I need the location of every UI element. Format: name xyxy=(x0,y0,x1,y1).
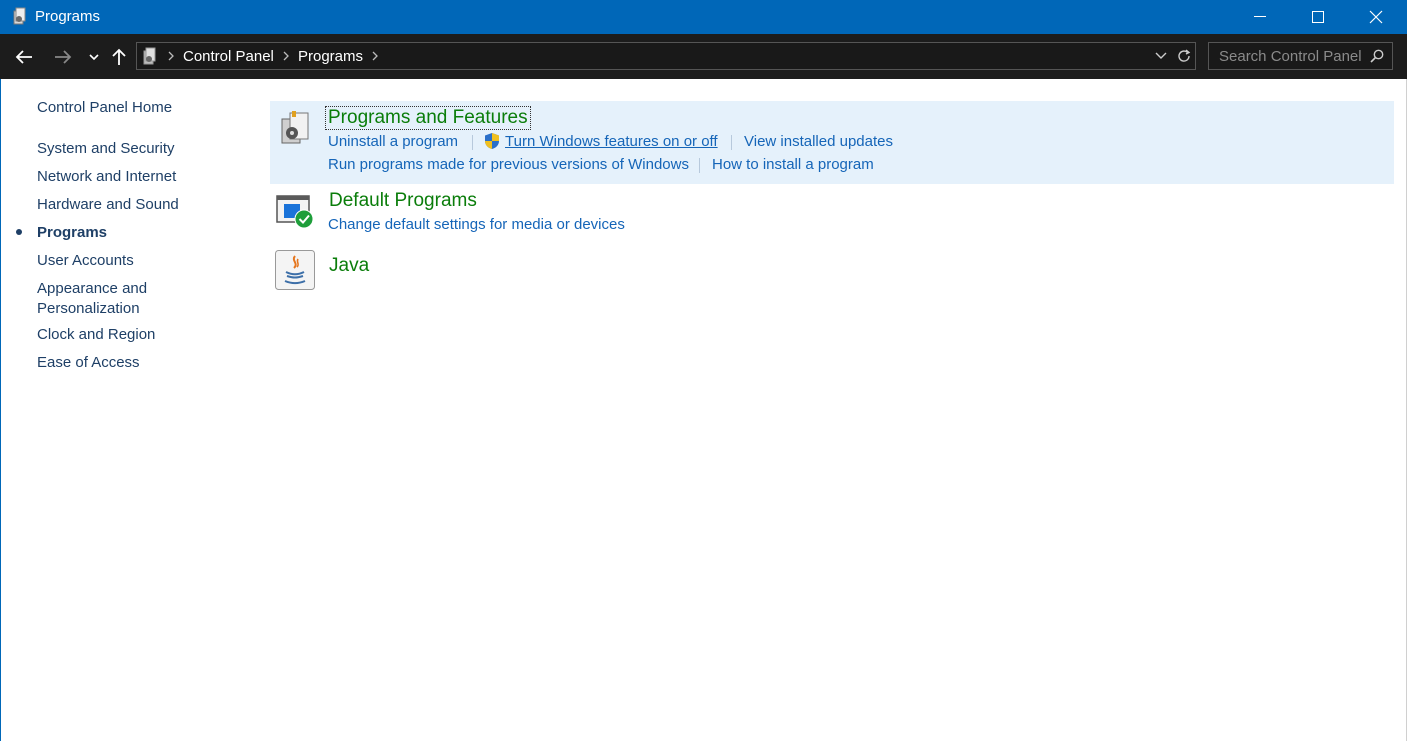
title-bar: Programs xyxy=(0,0,1407,34)
sidebar-item-user-accounts[interactable]: User Accounts xyxy=(37,251,134,271)
search-placeholder: Search Control Panel xyxy=(1219,48,1362,65)
link-separator xyxy=(731,135,732,150)
refresh-icon[interactable] xyxy=(1176,48,1192,64)
view-installed-updates-link[interactable]: View installed updates xyxy=(744,133,893,150)
sidebar-item-programs[interactable]: Programs xyxy=(37,223,107,243)
sidebar-item-hardware-sound[interactable]: Hardware and Sound xyxy=(37,195,179,215)
maximize-icon xyxy=(1312,11,1324,23)
arrow-right-icon xyxy=(55,50,72,64)
run-previous-versions-link[interactable]: Run programs made for previous versions … xyxy=(328,156,689,173)
minimize-icon xyxy=(1254,16,1266,17)
java-title[interactable]: Java xyxy=(329,255,369,277)
chevron-down-icon[interactable] xyxy=(1155,52,1167,60)
chevron-right-icon[interactable] xyxy=(370,49,380,63)
turn-windows-features-link[interactable]: Turn Windows features on or off xyxy=(505,133,718,150)
java-section: Java xyxy=(270,246,1394,296)
uac-shield-icon xyxy=(485,133,499,149)
up-button[interactable] xyxy=(108,46,130,68)
uninstall-program-link[interactable]: Uninstall a program xyxy=(328,133,458,150)
link-separator xyxy=(472,135,473,150)
maximize-button[interactable] xyxy=(1289,0,1347,34)
left-navigation: Control Panel Home System and Security N… xyxy=(0,79,260,741)
sidebar-item-network-internet[interactable]: Network and Internet xyxy=(37,167,176,187)
forward-button[interactable] xyxy=(52,46,74,68)
default-programs-section: Default Programs Change default settings… xyxy=(270,186,1394,244)
default-programs-icon[interactable] xyxy=(276,194,314,230)
control-panel-icon xyxy=(143,47,156,65)
programs-features-title[interactable]: Programs and Features xyxy=(325,106,531,130)
search-icon[interactable] xyxy=(1370,49,1384,63)
chevron-right-icon[interactable] xyxy=(281,49,291,63)
programs-features-section: Programs and Features Uninstall a progra… xyxy=(270,101,1394,184)
sidebar-item-clock-region[interactable]: Clock and Region xyxy=(37,325,155,345)
address-box[interactable]: Control Panel Programs xyxy=(136,42,1196,70)
breadcrumb-control-panel[interactable]: Control Panel xyxy=(183,48,274,65)
search-box[interactable]: Search Control Panel xyxy=(1208,42,1393,70)
default-programs-title[interactable]: Default Programs xyxy=(329,190,477,212)
control-panel-icon xyxy=(13,7,26,25)
chevron-down-icon xyxy=(89,54,99,61)
window-title: Programs xyxy=(35,8,101,25)
sidebar-item-system-security[interactable]: System and Security xyxy=(37,139,175,159)
java-icon[interactable] xyxy=(275,250,315,290)
arrow-left-icon xyxy=(15,50,32,64)
address-toolbar: Control Panel Programs Search Control Pa… xyxy=(0,34,1407,79)
recent-locations-button[interactable] xyxy=(83,46,105,68)
breadcrumb-programs[interactable]: Programs xyxy=(298,48,363,65)
close-icon xyxy=(1369,10,1383,24)
sidebar-item-ease-of-access[interactable]: Ease of Access xyxy=(37,353,140,373)
link-separator xyxy=(699,158,700,173)
close-button[interactable] xyxy=(1347,0,1405,34)
back-button[interactable] xyxy=(13,46,35,68)
minimize-button[interactable] xyxy=(1231,0,1289,34)
arrow-up-icon xyxy=(112,48,126,65)
chevron-right-icon xyxy=(168,51,174,61)
control-panel-home-link[interactable]: Control Panel Home xyxy=(37,98,172,118)
sidebar-item-appearance[interactable]: Appearance and xyxy=(37,279,147,299)
sidebar-item-appearance-line2[interactable]: Personalization xyxy=(37,299,140,319)
how-to-install-link[interactable]: How to install a program xyxy=(712,156,874,173)
programs-features-icon[interactable] xyxy=(278,109,312,145)
current-item-bullet xyxy=(16,229,22,235)
change-default-settings-link[interactable]: Change default settings for media or dev… xyxy=(328,216,625,233)
